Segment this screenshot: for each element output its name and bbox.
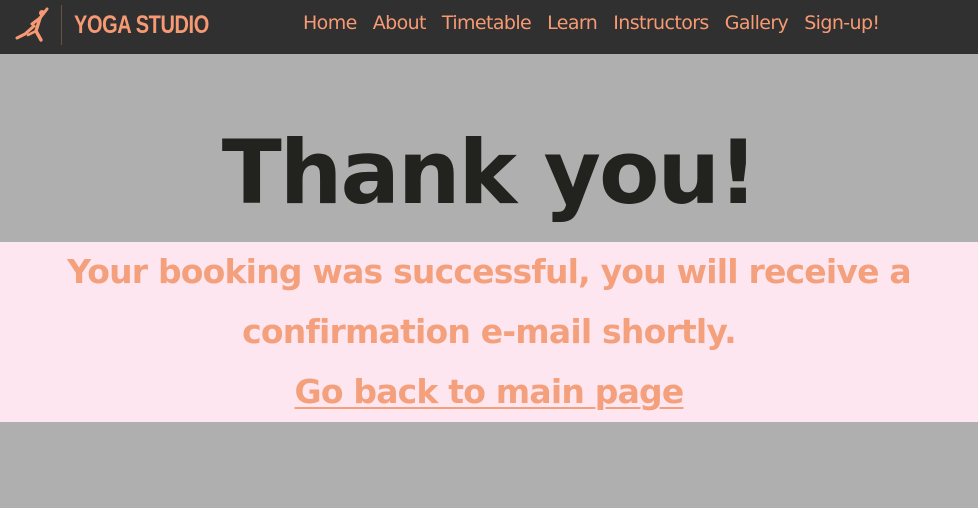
- confirmation-text-line-2: confirmation e-mail shortly.: [242, 312, 737, 351]
- confirmation-message-band: Your booking was successful, you will re…: [0, 242, 978, 422]
- confirmation-text-line-1: Your booking was successful, you will re…: [67, 252, 911, 291]
- nav-instructors-link[interactable]: Instructors: [605, 12, 716, 34]
- brand-name: YOGA STUDIO: [74, 10, 209, 39]
- brand-logo[interactable]: YOGA STUDIO: [14, 5, 243, 45]
- nav-learn-link[interactable]: Learn: [539, 12, 605, 34]
- back-to-main-page-link[interactable]: Go back to main page: [295, 372, 685, 411]
- nav-gallery-link[interactable]: Gallery: [717, 12, 796, 34]
- nav-home-link[interactable]: Home: [295, 12, 365, 34]
- logo-divider: [61, 5, 62, 45]
- nav-timetable-link[interactable]: Timetable: [434, 12, 539, 34]
- nav-signup-link[interactable]: Sign-up!: [796, 12, 887, 34]
- back-link-container: Go back to main page: [0, 362, 978, 428]
- main-nav: Home About Timetable Learn Instructors G…: [295, 0, 887, 46]
- top-navbar: YOGA STUDIO Home About Timetable Learn I…: [0, 0, 978, 54]
- thank-you-heading: Thank you!: [221, 121, 758, 224]
- yoga-pose-icon: [15, 7, 49, 42]
- nav-about-link[interactable]: About: [365, 12, 434, 34]
